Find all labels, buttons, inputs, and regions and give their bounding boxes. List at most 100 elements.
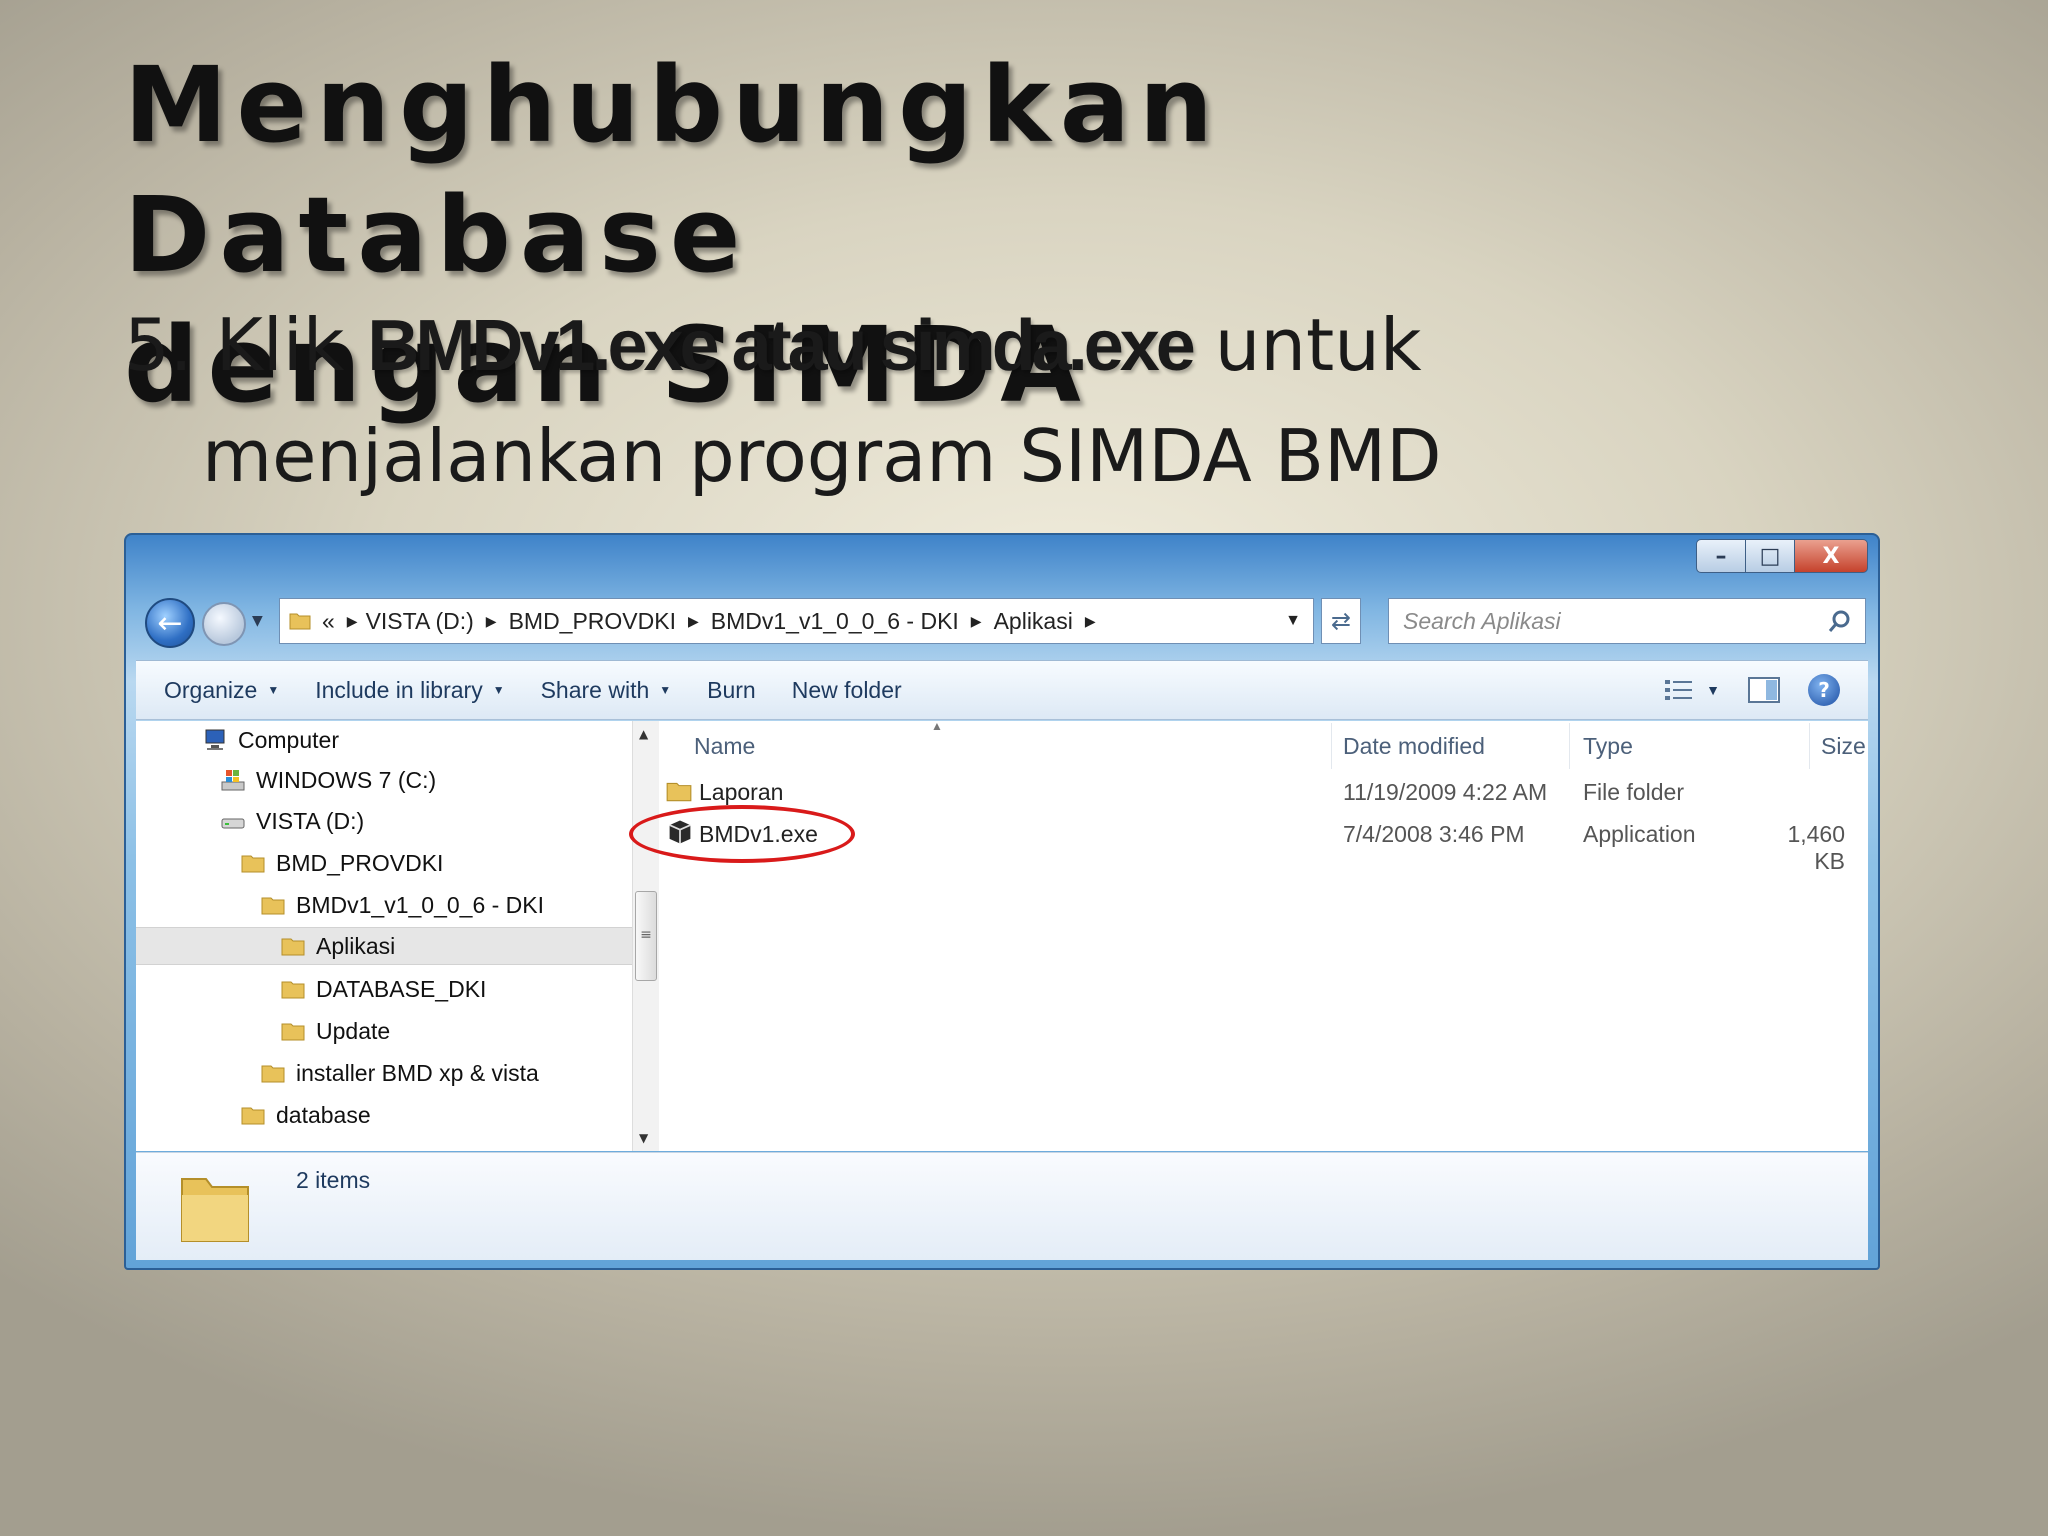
file-type: File folder — [1583, 779, 1684, 805]
caret-down-icon: ▼ — [492, 683, 505, 697]
tree-item-bmdv1[interactable]: BMDv1_v1_0_0_6 - DKI — [136, 886, 632, 924]
scroll-thumb[interactable]: ≡ — [635, 891, 657, 981]
item-count: 2 items — [296, 1167, 371, 1193]
computer-icon — [205, 729, 225, 750]
view-dropdown-icon[interactable]: ▼ — [1706, 682, 1720, 698]
folder-icon — [261, 1065, 285, 1083]
drive-icon — [221, 818, 245, 829]
preview-pane-icon[interactable] — [1748, 676, 1780, 704]
column-divider[interactable] — [1809, 723, 1810, 769]
folder-icon — [281, 981, 305, 999]
column-header-name[interactable]: Name — [694, 733, 755, 760]
new-folder-button[interactable]: New folder — [792, 677, 902, 704]
tree-label: DATABASE_DKI — [316, 975, 487, 1002]
scroll-up-icon[interactable]: ▲ — [639, 727, 648, 741]
folder-icon — [281, 1023, 305, 1041]
details-pane: 2 items — [136, 1152, 1868, 1260]
help-button[interactable]: ? — [1808, 674, 1840, 706]
chevron-right-icon[interactable]: ▶ — [486, 613, 497, 630]
file-name: Laporan — [699, 779, 784, 805]
tree-item-vista-d[interactable]: VISTA (D:) — [136, 802, 632, 840]
column-divider[interactable] — [1331, 723, 1332, 769]
chevron-right-icon[interactable]: ▶ — [1085, 613, 1096, 630]
share-with-button[interactable]: Share with ▼ — [541, 677, 672, 704]
tree-item-installer[interactable]: installer BMD xp & vista — [136, 1054, 632, 1092]
include-label: Include in library — [315, 676, 483, 703]
search-box[interactable]: Search Aplikasi — [1388, 598, 1866, 644]
refresh-button[interactable]: ⇄ — [1321, 598, 1361, 644]
scroll-down-icon[interactable]: ▼ — [639, 1131, 648, 1145]
slide-step-text: 5. Klik BMDv1.exe atau simda.exe untuk m… — [124, 290, 1924, 511]
explorer-window: – □ X ← ▼ « ▶ VISTA (D:) ▶ BMD_PROVDKI ▶… — [124, 533, 1880, 1270]
file-row-laporan[interactable]: Laporan 11/19/2009 4:22 AM File folder — [659, 775, 1868, 811]
file-date: 11/19/2009 4:22 AM — [1343, 779, 1548, 805]
file-date: 7/4/2008 3:46 PM — [1343, 821, 1525, 847]
minimize-button[interactable]: – — [1696, 539, 1746, 573]
column-header-size[interactable]: Size — [1821, 733, 1866, 760]
tree-item-database-dki[interactable]: DATABASE_DKI — [136, 970, 632, 1008]
folder-icon — [289, 613, 311, 630]
windows-drive-icon — [221, 770, 245, 791]
breadcrumb-vista[interactable]: VISTA (D:) — [366, 608, 474, 635]
breadcrumb-bmd-provdki[interactable]: BMD_PROVDKI — [509, 608, 676, 635]
folder-icon — [241, 1107, 265, 1125]
tree-label: Computer — [238, 726, 339, 753]
tree-item-windows7-c[interactable]: WINDOWS 7 (C:) — [136, 761, 632, 799]
application-icon — [669, 820, 691, 844]
slide-title-line1: Menghubungkan Database — [124, 44, 1222, 296]
navigation-scrollbar[interactable]: ▲ ≡ ▼ — [632, 721, 659, 1151]
step-line2: menjalankan program SIMDA BMD — [202, 414, 1442, 498]
column-divider[interactable] — [1569, 723, 1570, 769]
tree-label: BMDv1_v1_0_0_6 - DKI — [296, 891, 545, 918]
include-in-library-button[interactable]: Include in library ▼ — [315, 677, 504, 704]
sort-ascending-icon: ▲ — [931, 719, 943, 733]
refresh-icon: ⇄ — [1330, 607, 1352, 635]
file-list[interactable]: ▲ Name Date modified Type Size Laporan 1… — [629, 719, 1868, 1151]
tree-item-aplikasi[interactable]: Aplikasi — [136, 927, 632, 965]
step-bold-filenames: BMDv1.exe atau simda.exe — [367, 306, 1195, 386]
address-bar[interactable]: « ▶ VISTA (D:) ▶ BMD_PROVDKI ▶ BMDv1_v1_… — [279, 598, 1314, 644]
organize-button[interactable]: Organize ▼ — [164, 677, 279, 704]
maximize-button[interactable]: □ — [1745, 539, 1795, 573]
file-type: Application — [1583, 821, 1696, 847]
step-prefix: 5. Klik — [124, 303, 368, 387]
address-dropdown-icon[interactable]: ▼ — [1285, 612, 1301, 630]
file-row-bmdv1-exe[interactable]: BMDv1.exe 7/4/2008 3:46 PM Application 1… — [629, 805, 1868, 874]
tree-item-computer[interactable]: Computer — [136, 721, 632, 759]
view-options-icon[interactable] — [1664, 678, 1694, 702]
command-bar: Organize ▼ Include in library ▼ Share with… — [136, 660, 1868, 720]
caret-down-icon: ▼ — [659, 683, 672, 697]
window-controls: – □ X — [1696, 539, 1868, 573]
search-icon[interactable] — [1827, 608, 1853, 634]
breadcrumb-aplikasi[interactable]: Aplikasi — [994, 608, 1073, 635]
folder-icon — [261, 897, 285, 915]
tree-item-update[interactable]: Update — [136, 1012, 632, 1050]
recent-pages-dropdown[interactable]: ▼ — [252, 613, 263, 629]
file-name: BMDv1.exe — [699, 821, 818, 847]
forward-button[interactable] — [202, 602, 246, 646]
burn-button[interactable]: Burn — [707, 677, 756, 704]
column-header-date[interactable]: Date modified — [1343, 733, 1485, 760]
chevron-right-icon[interactable]: ▶ — [971, 613, 982, 630]
navigation-pane[interactable]: Computer WINDOWS 7 (C:) VISTA (D:) BMD_P… — [136, 721, 633, 1151]
tree-item-database[interactable]: database — [136, 1096, 632, 1134]
tree-label: installer BMD xp & vista — [296, 1059, 539, 1086]
tree-item-bmd-provdki[interactable]: BMD_PROVDKI — [136, 844, 632, 882]
file-size: 1,460 KB — [1787, 821, 1845, 874]
folder-icon — [666, 782, 692, 802]
column-header-type[interactable]: Type — [1583, 733, 1633, 760]
close-button[interactable]: X — [1794, 539, 1868, 573]
search-placeholder: Search Aplikasi — [1403, 607, 1561, 634]
breadcrumb-bmdv1[interactable]: BMDv1_v1_0_0_6 - DKI — [711, 608, 959, 635]
share-label: Share with — [540, 676, 650, 703]
tree-label: VISTA (D:) — [256, 807, 365, 834]
organize-label: Organize — [164, 676, 258, 703]
chevron-right-icon[interactable]: ▶ — [688, 613, 699, 630]
arrow-left-icon: ← — [157, 605, 183, 641]
folder-icon — [281, 938, 305, 956]
tree-label: BMD_PROVDKI — [276, 849, 444, 876]
caret-down-icon: ▼ — [267, 683, 280, 697]
back-button[interactable]: ← — [145, 598, 195, 648]
address-overflow[interactable]: « — [322, 608, 335, 635]
tree-label: WINDOWS 7 (C:) — [256, 766, 437, 793]
